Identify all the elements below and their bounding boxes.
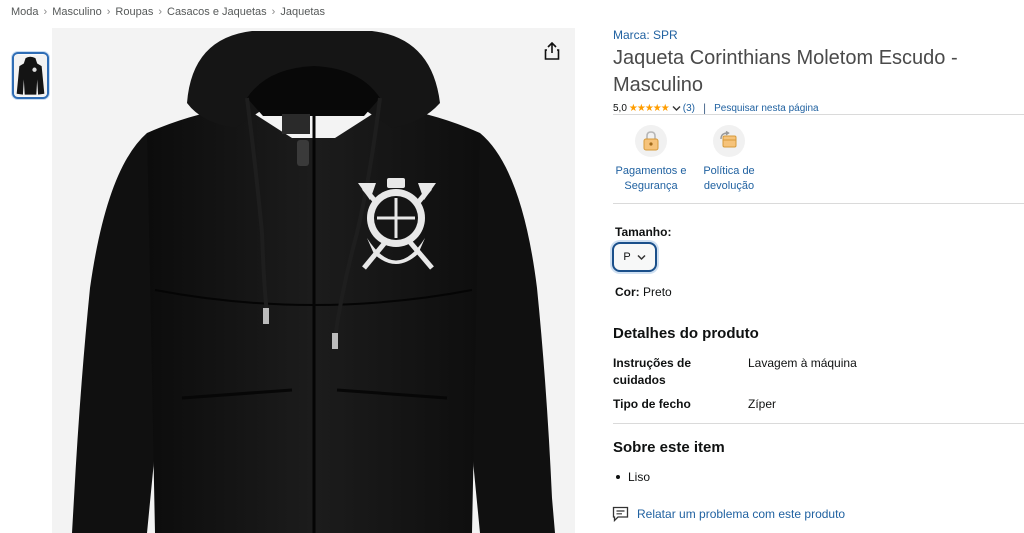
jacket-image xyxy=(72,31,555,533)
breadcrumb-casacos[interactable]: Casacos e Jaquetas xyxy=(167,6,267,18)
breadcrumb-masculino[interactable]: Masculino xyxy=(52,6,102,18)
color-label: Cor: xyxy=(615,285,640,299)
jacket-thumbnail-image xyxy=(14,54,47,97)
rating-value: 5,0 xyxy=(613,102,627,114)
product-info: Marca: SPR Jaqueta Corinthians Moletom E… xyxy=(613,28,1024,115)
breadcrumb-moda[interactable]: Moda xyxy=(11,6,39,18)
product-title: Jaqueta Corinthians Moletom Escudo - Mas… xyxy=(613,47,958,96)
breadcrumb: Moda › Masculino › Roupas › Casacos e Jaquetas… xyxy=(11,6,325,18)
detail-value: Zíper xyxy=(748,397,777,411)
detail-key: Instruções de cuidados xyxy=(613,355,733,389)
breadcrumb-separator: › xyxy=(158,6,162,18)
breadcrumb-roupas[interactable]: Roupas xyxy=(115,6,153,18)
breadcrumb-separator: › xyxy=(271,6,276,18)
color-row: Cor: Preto xyxy=(615,285,672,299)
feature-label: Segurança xyxy=(624,180,678,192)
size-selected-value: P xyxy=(623,251,631,263)
share-icon xyxy=(544,42,560,60)
divider xyxy=(613,203,1024,204)
feature-label: Política de xyxy=(703,165,755,177)
breadcrumb-separator: › xyxy=(106,6,111,18)
search-page-link[interactable]: Pesquisar nesta página xyxy=(714,103,819,114)
about-heading: Sobre este item xyxy=(613,439,725,456)
color-value: Preto xyxy=(643,285,672,299)
chevron-down-icon[interactable] xyxy=(672,105,681,112)
list-item: Liso xyxy=(616,470,650,484)
product-thumbnail[interactable] xyxy=(12,52,49,99)
size-dropdown[interactable]: P xyxy=(612,242,657,272)
return-icon xyxy=(713,125,745,157)
feature-label: Pagamentos e xyxy=(615,165,687,177)
bullet-dot xyxy=(616,475,620,479)
chevron-down-icon xyxy=(637,254,646,260)
feature-label: devolução xyxy=(703,180,755,192)
star-rating-icon[interactable]: ★★★★★ xyxy=(629,103,670,114)
detail-key: Tipo de fecho xyxy=(613,397,691,411)
detail-value: Lavagem à máquina xyxy=(748,356,857,370)
detail-key-line: cuidados xyxy=(613,373,666,387)
product-main-image[interactable] xyxy=(52,28,575,533)
detail-key-line: Instruções de xyxy=(613,356,692,370)
share-button[interactable] xyxy=(539,38,565,64)
size-label: Tamanho: xyxy=(615,225,672,239)
feature-icons: Pagamentos e Segurança Política de devol… xyxy=(613,125,759,194)
lock-icon xyxy=(635,125,667,157)
rating-separator: | xyxy=(702,101,707,115)
report-problem-label: Relatar um problema com este produto xyxy=(637,507,846,521)
divider xyxy=(613,423,1024,424)
rating-row: 5,0 ★★★★★ (3) | Pesquisar nesta página xyxy=(613,101,1024,115)
breadcrumb-jaquetas[interactable]: Jaquetas xyxy=(280,6,325,18)
rating-count-link[interactable]: (3) xyxy=(683,103,695,114)
feature-return-policy[interactable]: Política de devolução xyxy=(699,125,759,194)
report-problem-link[interactable]: Relatar um problema com este produto xyxy=(612,506,845,522)
feedback-icon xyxy=(612,506,629,522)
feature-payments-security[interactable]: Pagamentos e Segurança xyxy=(613,125,689,194)
bullet-text: Liso xyxy=(628,470,651,484)
brand-link[interactable]: Marca: SPR xyxy=(613,28,1024,43)
divider xyxy=(613,114,1024,115)
breadcrumb-separator: › xyxy=(43,6,48,18)
details-heading: Detalhes do produto xyxy=(613,325,759,342)
